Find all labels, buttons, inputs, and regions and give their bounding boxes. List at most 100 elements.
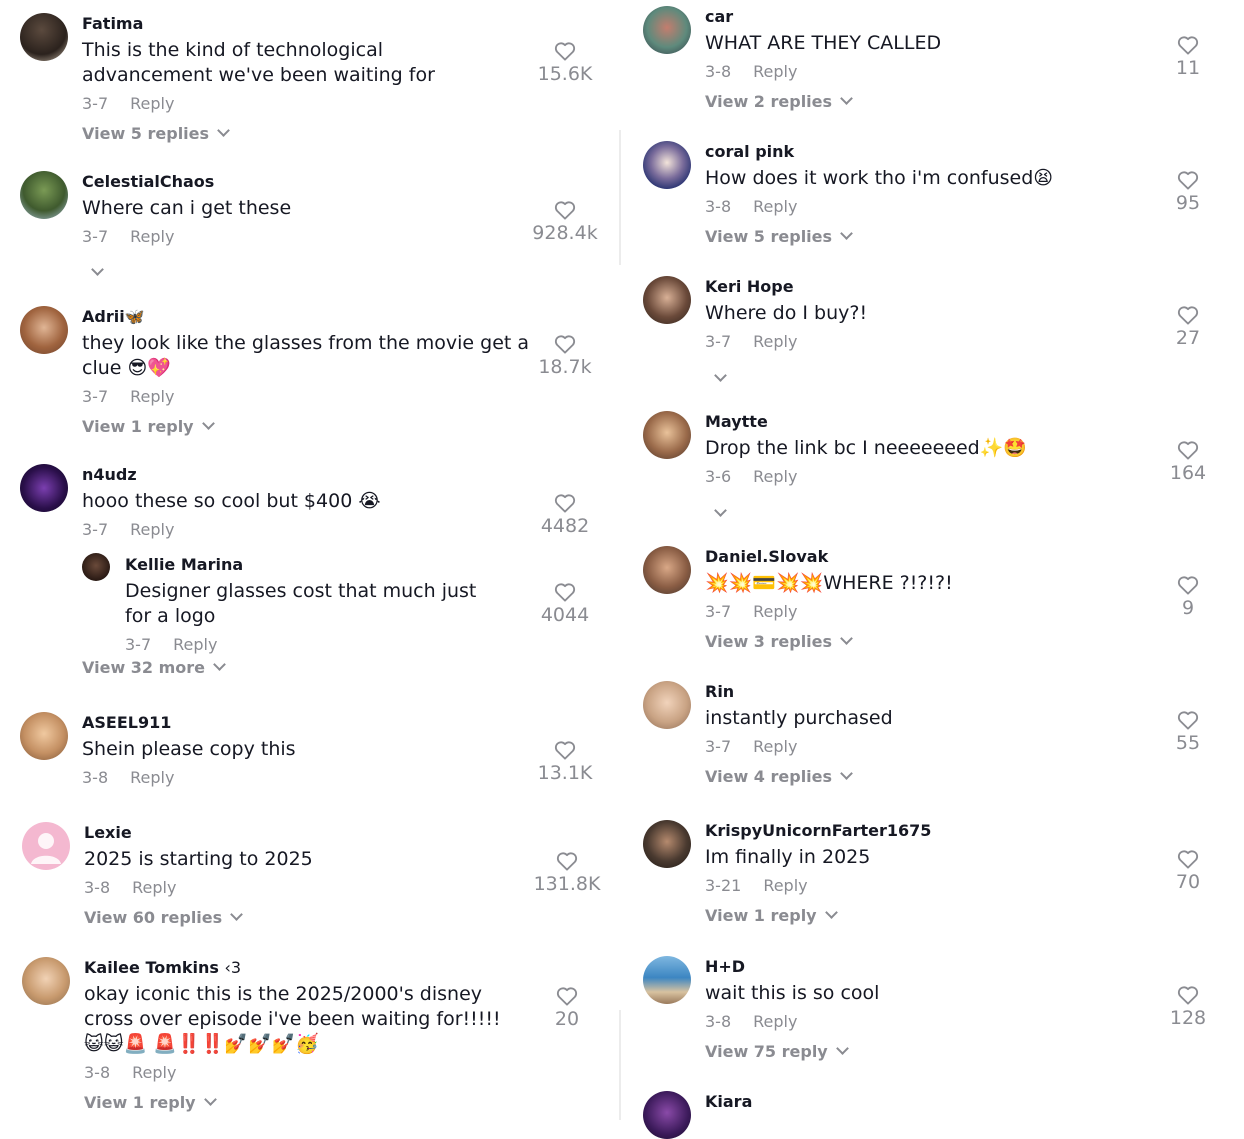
like-button[interactable]: 55 bbox=[1148, 710, 1228, 754]
like-button[interactable]: 70 bbox=[1148, 849, 1228, 893]
like-button[interactable]: 95 bbox=[1148, 170, 1228, 214]
reply-button[interactable]: Reply bbox=[753, 737, 797, 756]
comment-date: 3-7 bbox=[705, 602, 732, 621]
like-button[interactable]: 13.1K bbox=[525, 740, 605, 784]
avatar[interactable] bbox=[643, 956, 691, 1004]
avatar[interactable] bbox=[643, 6, 691, 54]
like-count: 131.8K bbox=[533, 873, 601, 895]
comment-date: 3-7 bbox=[82, 387, 109, 406]
like-button[interactable]: 4482 bbox=[525, 493, 605, 537]
reply-button[interactable]: Reply bbox=[173, 635, 217, 654]
like-button[interactable]: 18.7k bbox=[525, 334, 605, 378]
reply-button[interactable]: Reply bbox=[753, 1012, 797, 1031]
view-replies-button[interactable]: View 1 reply bbox=[84, 1093, 514, 1113]
avatar[interactable] bbox=[20, 13, 68, 61]
view-replies-button[interactable]: View 60 replies bbox=[84, 908, 504, 928]
like-button[interactable]: 164 bbox=[1148, 440, 1228, 484]
comment-username[interactable]: Adrii🦋 bbox=[82, 307, 532, 327]
reply-button[interactable]: Reply bbox=[130, 520, 174, 539]
comment-username[interactable]: coral pink bbox=[705, 142, 1125, 162]
avatar[interactable] bbox=[643, 1091, 691, 1139]
comment-username[interactable]: Rin bbox=[705, 682, 1125, 702]
reply-button[interactable]: Reply bbox=[753, 602, 797, 621]
comment-meta: 3-7 Reply bbox=[705, 332, 1125, 352]
comment-username[interactable]: Fatima bbox=[82, 14, 502, 34]
reply-button[interactable]: Reply bbox=[130, 94, 174, 113]
like-button[interactable]: 27 bbox=[1148, 305, 1228, 349]
view-replies-button[interactable]: View 2 replies bbox=[705, 92, 1125, 112]
avatar[interactable] bbox=[643, 820, 691, 868]
like-count: 55 bbox=[1175, 732, 1201, 754]
username-badge: ‹3 bbox=[224, 958, 242, 977]
comment-username[interactable]: ASEEL911 bbox=[82, 713, 502, 733]
view-replies-button[interactable]: View 5 replies bbox=[82, 124, 502, 144]
like-button[interactable]: 20 bbox=[527, 986, 607, 1030]
avatar[interactable] bbox=[20, 171, 68, 219]
like-button[interactable]: 15.6K bbox=[525, 41, 605, 85]
view-replies-button[interactable]: View 1 reply bbox=[705, 906, 1125, 926]
comment-username[interactable]: n4udz bbox=[82, 465, 502, 485]
avatar[interactable] bbox=[643, 276, 691, 324]
comment-username[interactable]: Daniel.Slovak bbox=[705, 547, 1125, 567]
reply-button[interactable]: Reply bbox=[132, 1063, 176, 1082]
view-replies-button[interactable]: View 3 replies bbox=[705, 632, 1125, 652]
reply-button[interactable]: Reply bbox=[753, 332, 797, 351]
view-replies-button[interactable]: View 5 replies bbox=[705, 227, 1125, 247]
avatar[interactable] bbox=[643, 411, 691, 459]
view-replies-button[interactable]: View 4 replies bbox=[705, 767, 1125, 787]
comment-username[interactable]: H+D bbox=[705, 957, 1125, 977]
like-button[interactable]: 131.8K bbox=[527, 851, 607, 895]
comment-username[interactable]: Kailee Tomkins ‹3 bbox=[84, 958, 514, 978]
reply-button[interactable]: Reply bbox=[753, 62, 797, 81]
avatar[interactable] bbox=[643, 681, 691, 729]
view-replies-button[interactable]: View 1 reply bbox=[82, 417, 532, 437]
reply-button[interactable]: Reply bbox=[130, 387, 174, 406]
avatar[interactable] bbox=[22, 957, 70, 1005]
reply-button[interactable]: Reply bbox=[753, 467, 797, 486]
like-count: 27 bbox=[1175, 327, 1201, 349]
chevron-down-icon[interactable] bbox=[714, 369, 727, 382]
view-more-button[interactable]: View 32 more bbox=[82, 658, 226, 678]
avatar[interactable] bbox=[20, 712, 68, 760]
reply-button[interactable]: Reply bbox=[763, 876, 807, 895]
comment-text: hooo these so cool but $400 😭 bbox=[82, 490, 381, 512]
comment-username[interactable]: car bbox=[705, 7, 1125, 27]
reply-meta: 3-7 Reply bbox=[125, 635, 505, 655]
reply-button[interactable]: Reply bbox=[753, 197, 797, 216]
avatar[interactable] bbox=[20, 306, 68, 354]
comment-username[interactable]: Lexie bbox=[84, 823, 504, 843]
comment-text: okay iconic this is the 2025/2000's disn… bbox=[84, 983, 501, 1055]
chevron-down-icon[interactable] bbox=[91, 263, 104, 276]
comment-meta: 3-6 Reply bbox=[705, 467, 1125, 487]
like-count: 164 bbox=[1169, 462, 1207, 484]
comment-text: Im finally in 2025 bbox=[705, 846, 871, 868]
avatar[interactable] bbox=[20, 464, 68, 512]
like-button[interactable]: 928.4k bbox=[525, 200, 605, 244]
reply-button[interactable]: Reply bbox=[130, 227, 174, 246]
heart-outline-icon bbox=[554, 583, 576, 602]
reply-button[interactable]: Reply bbox=[132, 878, 176, 897]
comment-username[interactable]: CelestialChaos bbox=[82, 172, 502, 192]
comment-meta: 3-7 Reply bbox=[705, 602, 1125, 622]
reply-button[interactable]: Reply bbox=[130, 768, 174, 787]
comment-username[interactable]: Maytte bbox=[705, 412, 1125, 432]
chevron-down-icon bbox=[230, 908, 244, 921]
heart-outline-icon bbox=[1177, 36, 1199, 55]
like-button[interactable]: 9 bbox=[1148, 575, 1228, 619]
like-button[interactable]: 11 bbox=[1148, 35, 1228, 79]
avatar[interactable] bbox=[643, 546, 691, 594]
reply-username[interactable]: Kellie Marina bbox=[125, 555, 505, 575]
avatar[interactable] bbox=[82, 553, 110, 581]
comment-username[interactable]: KrispyUnicornFarter1675 bbox=[705, 821, 1125, 841]
comment-username[interactable]: Kiara bbox=[705, 1092, 1125, 1112]
like-button[interactable]: 4044 bbox=[525, 582, 605, 626]
comment-username[interactable]: Keri Hope bbox=[705, 277, 1125, 297]
avatar[interactable] bbox=[22, 822, 70, 870]
avatar[interactable] bbox=[643, 141, 691, 189]
chevron-down-icon[interactable] bbox=[714, 504, 727, 517]
view-replies-button[interactable]: View 75 reply bbox=[705, 1042, 1125, 1062]
chevron-down-icon bbox=[203, 1093, 217, 1106]
heart-outline-icon bbox=[1177, 306, 1199, 325]
like-count: 18.7k bbox=[538, 356, 592, 378]
like-button[interactable]: 128 bbox=[1148, 985, 1228, 1029]
